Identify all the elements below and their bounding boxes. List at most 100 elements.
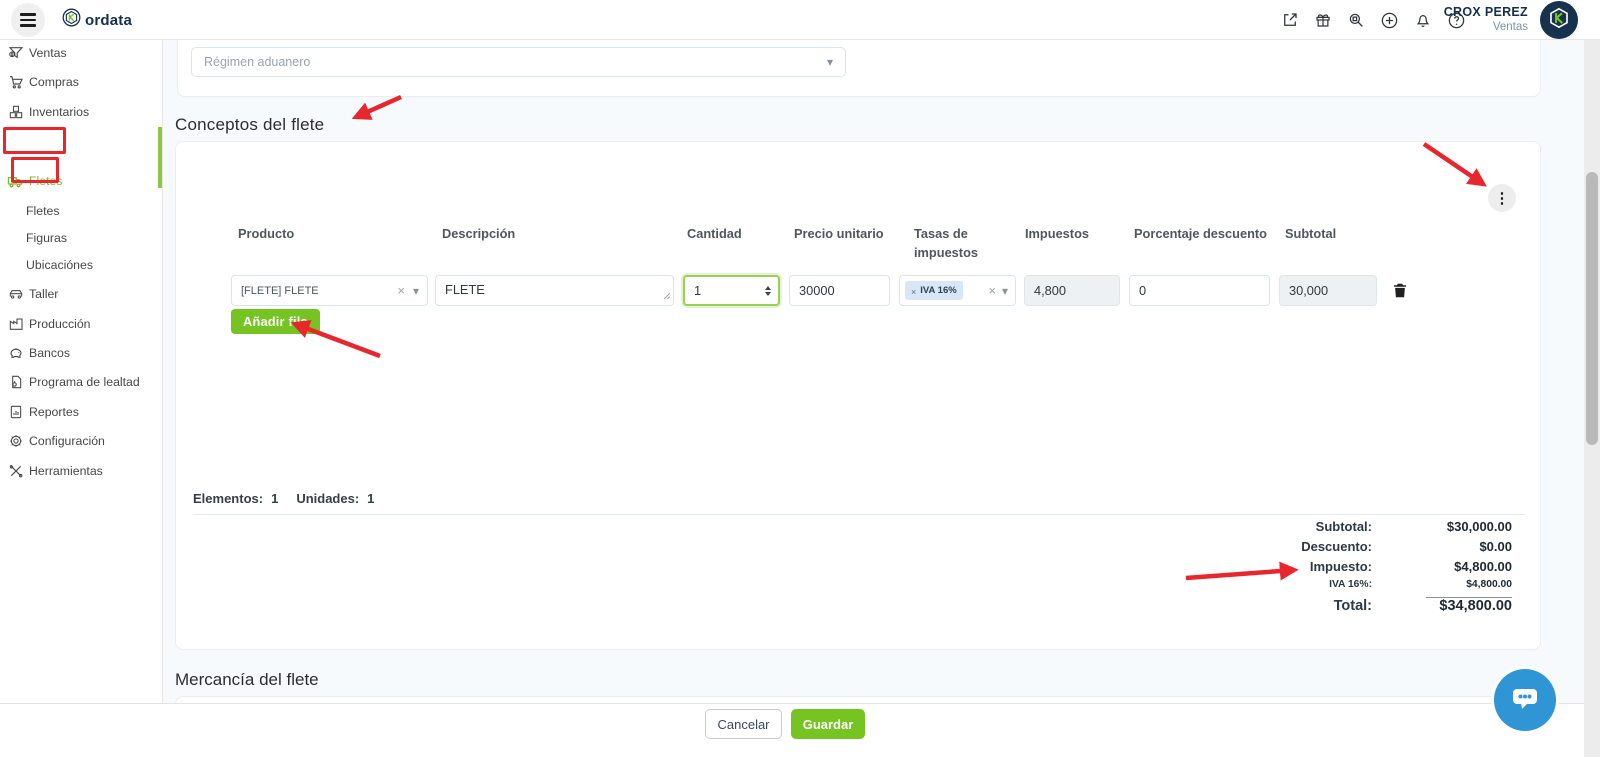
tasas-select[interactable]: IVA 16%	[899, 275, 1016, 306]
gift-icon[interactable]	[1314, 10, 1332, 30]
sidebar-item-label: Programa de lealtad	[29, 375, 140, 389]
unidades-value: 1	[367, 491, 374, 506]
sales-funnel-icon	[7, 45, 24, 62]
number-stepper-icon[interactable]	[765, 286, 771, 296]
user-role: Ventas	[1390, 21, 1528, 33]
unidades-label: Unidades:	[296, 491, 359, 506]
top-bar: ordata CROX PEREZ Ventas	[0, 0, 1600, 40]
resize-handle-icon[interactable]	[663, 288, 671, 303]
topbar-actions	[1281, 0, 1300, 40]
sidebar-item-fletes[interactable]: Fletes	[0, 170, 163, 192]
sidebar-subitem-ubicaciones[interactable]: Ubicaciónes	[0, 254, 163, 276]
sidebar-subitem-label: Fletes	[26, 204, 60, 218]
column-header-precio: Precio unitario	[794, 224, 884, 243]
save-button[interactable]: Guardar	[791, 709, 865, 739]
report-icon	[7, 404, 24, 421]
column-header-descuento: Porcentaje descuento	[1134, 224, 1267, 243]
add-row-button[interactable]: Añadir fila	[231, 309, 320, 334]
sidebar-subitem-label: Figuras	[26, 231, 67, 245]
cancel-button[interactable]: Cancelar	[705, 709, 782, 739]
total-value: $34,800.00	[1372, 598, 1512, 614]
sidebar-item-inventarios[interactable]: Inventarios	[0, 101, 163, 123]
porcentaje-descuento-input-wrap	[1129, 275, 1270, 306]
sidebar-item-label: Taller	[29, 287, 58, 301]
factory-icon	[7, 316, 24, 333]
car-icon	[7, 286, 24, 303]
logo-text: ordata	[85, 12, 132, 29]
app-logo[interactable]: ordata	[62, 0, 132, 40]
user-name: CROX PEREZ	[1390, 5, 1528, 19]
clear-icon[interactable]	[988, 283, 996, 298]
chevron-down-icon[interactable]	[413, 283, 419, 298]
chat-widget-button[interactable]	[1494, 669, 1556, 731]
impuestos-input-wrap	[1024, 275, 1120, 306]
delete-row-icon[interactable]	[1391, 281, 1409, 300]
column-header-descripcion: Descripción	[442, 224, 515, 243]
scrollbar-track[interactable]	[1584, 40, 1600, 757]
tax-chip-label: IVA 16%	[920, 285, 956, 296]
sidebar-subitem-figuras[interactable]: Figuras	[0, 227, 163, 249]
producto-value: [FLETE] FLETE	[232, 285, 397, 297]
total-row-total: Total: $34,800.00	[1092, 598, 1512, 622]
avatar-logo-icon	[1546, 5, 1572, 36]
cantidad-input[interactable]	[685, 277, 765, 304]
cart-icon	[7, 74, 24, 91]
chip-remove-icon[interactable]	[911, 283, 916, 298]
regimen-aduanero-select[interactable]: Régimen aduanero	[191, 47, 846, 77]
external-link-icon[interactable]	[1281, 10, 1299, 30]
truck-icon	[7, 173, 24, 190]
porcentaje-descuento-input[interactable]	[1130, 276, 1269, 305]
sidebar-item-label: Configuración	[29, 434, 105, 448]
producto-select[interactable]: [FLETE] FLETE	[231, 275, 428, 306]
elementos-label: Elementos:	[193, 491, 263, 506]
card-options-button[interactable]	[1488, 184, 1516, 212]
sidebar-item-programa-de-lealtad[interactable]: Programa de lealtad	[0, 371, 163, 393]
total-label: Impuesto:	[1142, 559, 1372, 574]
sidebar: Ventas Compras Inventarios Fletes Fletes…	[0, 40, 163, 703]
sidebar-item-produccion[interactable]: Producción	[0, 313, 163, 335]
scrollbar-thumb[interactable]	[1586, 172, 1598, 445]
sidebar-item-bancos[interactable]: Bancos	[0, 342, 163, 364]
sidebar-item-reportes[interactable]: Reportes	[0, 401, 163, 423]
sidebar-item-label: Producción	[29, 317, 91, 331]
column-header-impuestos: Impuestos	[1025, 224, 1089, 243]
total-row-subtotal: Subtotal: $30,000.00	[1092, 519, 1512, 539]
section-title-mercancia: Mercancía del flete	[175, 670, 319, 690]
sidebar-active-indicator	[158, 127, 162, 188]
column-header-producto: Producto	[238, 224, 294, 243]
clear-icon[interactable]	[397, 283, 405, 298]
user-menu[interactable]: CROX PEREZ Ventas	[1390, 0, 1528, 40]
sidebar-subitem-label: Ubicaciónes	[26, 258, 93, 272]
gear-icon	[7, 433, 24, 450]
sidebar-item-taller[interactable]: Taller	[0, 283, 163, 305]
regimen-placeholder: Régimen aduanero	[204, 55, 827, 69]
chat-bubble-icon	[1507, 680, 1543, 721]
totals-divider	[193, 514, 1525, 515]
sidebar-item-ventas[interactable]: Ventas	[0, 42, 163, 64]
loyalty-badge-icon	[7, 374, 24, 391]
precio-unitario-input-wrap	[789, 275, 890, 306]
conceptos-card: Producto Descripción Cantidad Precio uni…	[175, 141, 1541, 650]
sidebar-item-compras[interactable]: Compras	[0, 71, 163, 93]
piggy-bank-icon	[7, 345, 24, 362]
descripcion-textarea[interactable]: FLETE	[436, 276, 673, 305]
chevron-down-icon[interactable]	[1002, 283, 1008, 298]
total-label: IVA 16%:	[1142, 579, 1372, 590]
sidebar-subitem-fletes[interactable]: Fletes	[0, 200, 163, 222]
cantidad-input-wrap	[683, 275, 780, 306]
footer-bar: Cancelar Guardar	[0, 703, 1584, 757]
sidebar-item-label: Fletes	[29, 174, 63, 188]
total-row-descuento: Descuento: $0.00	[1092, 539, 1512, 559]
avatar[interactable]	[1540, 1, 1578, 39]
zoom-search-icon[interactable]	[1347, 10, 1365, 30]
menu-icon[interactable]	[11, 3, 45, 37]
total-value: $4,800.00	[1372, 579, 1512, 590]
chevron-down-icon	[827, 53, 833, 71]
sidebar-item-configuracion[interactable]: Configuración	[0, 430, 163, 452]
precio-unitario-input[interactable]	[790, 276, 889, 305]
app-window: ordata CROX PEREZ Ventas	[0, 0, 1600, 757]
total-value: $4,800.00	[1372, 559, 1512, 574]
impuestos-input	[1025, 276, 1119, 305]
sidebar-item-herramientas[interactable]: Herramientas	[0, 460, 163, 482]
total-row-impuesto: Impuesto: $4,800.00	[1092, 559, 1512, 579]
